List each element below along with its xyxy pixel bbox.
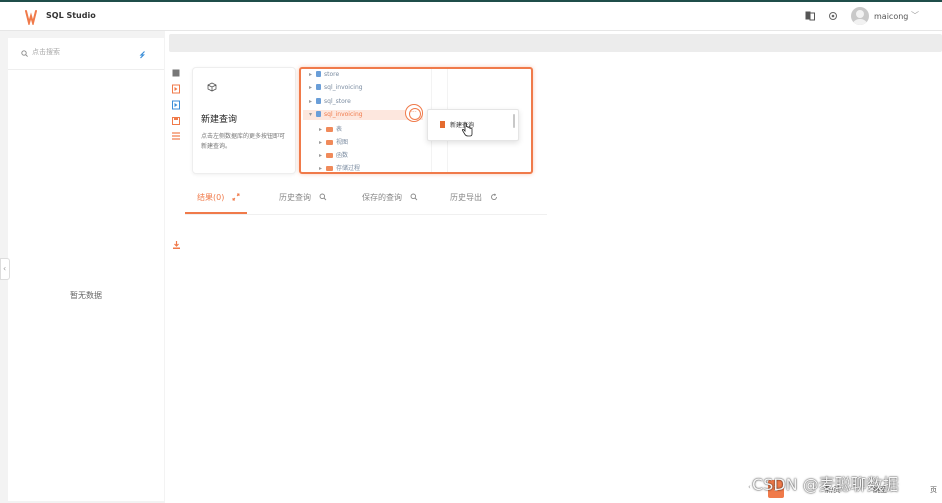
tree-item: ▸ sql_store [309,98,351,105]
tree-item: ▸ 函数 [319,152,349,159]
new-query-demo-image: ▸ store ▸ sql_invoicing ▸ sql_store ▾ sql_in… [299,67,533,174]
tab-history-exports[interactable]: 历史导出 [450,192,498,203]
sidebar: 暂无数据 [8,38,164,501]
translate-icon[interactable] [805,11,815,21]
new-query-card: 新建查询 点击左侧数据库的更多按钮即可新建查询。 [192,67,296,174]
folder-icon [326,127,334,132]
avatar[interactable] [851,7,869,25]
top-bar: SQL Studio maicong ﹀ [0,0,942,31]
search-icon [410,193,417,201]
hand-cursor-icon [461,123,473,137]
tabs-divider [185,214,547,215]
database-icon [316,71,322,77]
database-icon [316,111,322,117]
pager-prev-button[interactable]: ‹ [748,483,751,491]
cube-icon [207,82,217,92]
tree-item: ▸ store [309,71,340,78]
card-description: 点击左侧数据库的更多按钮即可新建查询。 [201,133,286,150]
editor-tabs-bar [169,34,942,52]
card-title: 新建查询 [201,115,238,125]
tab-history-queries[interactable]: 历史查询 [279,192,327,203]
username[interactable]: maicong [874,12,908,21]
pager-page-suffix: 页 [930,486,937,494]
more-icon: ··· [411,109,417,116]
stop-icon[interactable] [171,68,181,78]
download-icon[interactable] [172,240,181,250]
chevron-left-icon: ‹ [3,264,7,273]
refresh-icon[interactable] [138,50,147,59]
run-icon[interactable] [171,84,181,94]
search-icon [21,50,28,57]
expand-icon [232,193,240,201]
result-tabs: 结果(0) 历史查询 保存的查询 历史导出 [185,192,685,214]
tree-item: ▾ sql_invoicing [309,111,363,118]
tree-item: ▸ sql_invoicing [309,84,363,91]
search-input[interactable] [32,48,132,56]
sidebar-collapse-button[interactable]: ‹ [0,258,10,280]
tree-item: ▸ 表 [319,126,343,133]
tab-results[interactable]: 结果(0) [197,192,240,203]
database-icon [316,98,322,104]
refresh-icon [490,193,497,201]
folder-icon [326,153,334,158]
app-logo-icon [25,10,37,25]
settings-icon[interactable] [828,11,838,21]
tab-saved-queries[interactable]: 保存的查询 [362,192,418,203]
main-panel: 新建查询 点击左侧数据库的更多按钮即可新建查询。 ▸ store ▸ sql_inv… [165,31,942,503]
search-icon [319,193,326,201]
run-selected-icon[interactable] [171,100,181,110]
more-button: ··· [405,104,423,122]
database-icon [316,84,322,90]
empty-state-text: 暂无数据 [70,291,102,300]
tree-item: ▸ 视图 [319,139,349,146]
chevron-down-icon[interactable]: ﹀ [911,10,919,21]
sidebar-search [8,38,164,70]
folder-icon [326,140,334,145]
format-icon[interactable] [171,131,181,141]
tree-item: ▸ 存储过程 [319,165,361,172]
app-title: SQL Studio [46,11,96,20]
context-menu: 新建查询 [427,109,519,141]
watermark: CSDN @麦聪聊数据 [752,475,899,494]
document-icon [440,121,445,128]
save-icon[interactable] [171,116,181,126]
scrollbar [513,114,515,128]
folder-icon [326,166,334,171]
